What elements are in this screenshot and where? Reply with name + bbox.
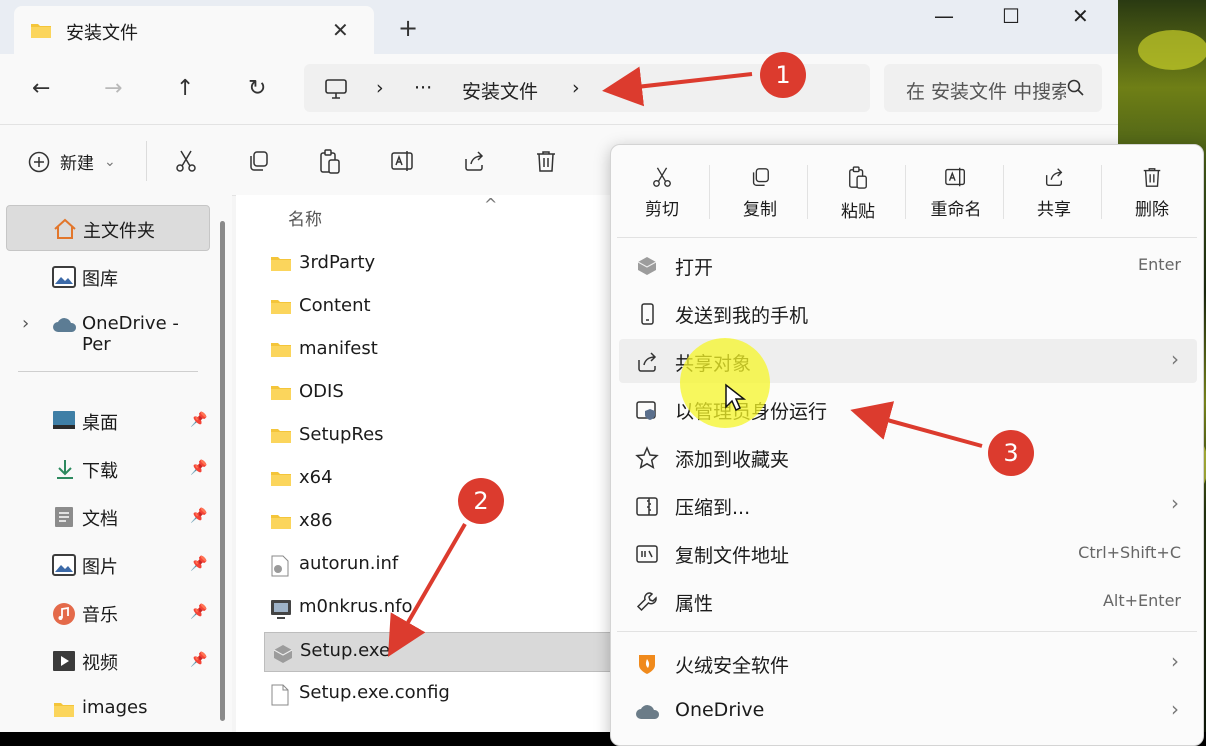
annotation-badge-3: 3	[988, 430, 1034, 476]
annotation-badge-1: 1	[760, 52, 806, 98]
annotation-arrows	[387, 66, 983, 657]
annotation-arrow-3	[850, 401, 983, 448]
annotation-arrow-2	[387, 522, 467, 657]
annotation-arrow-1	[602, 66, 753, 107]
annotation-badge-2: 2	[458, 478, 504, 524]
